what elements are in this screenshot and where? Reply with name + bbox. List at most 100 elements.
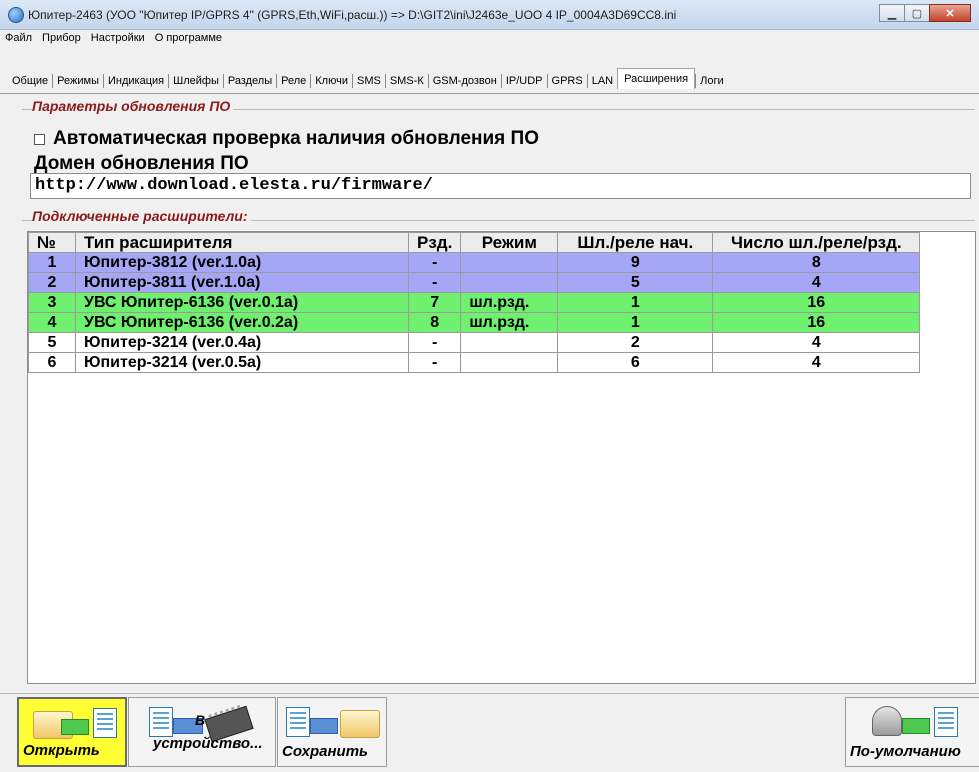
cell-start[interactable]: 5 xyxy=(557,272,714,293)
cell-start[interactable]: 9 xyxy=(557,252,714,273)
menu-bar: Файл Прибор Настройки О программе xyxy=(0,30,979,46)
cell-number[interactable]: 4 xyxy=(28,312,76,333)
auto-check-label: Автоматическая проверка наличия обновлен… xyxy=(53,128,539,149)
cell-count[interactable]: 16 xyxy=(712,292,921,313)
tab-9[interactable]: GSM-дозвон xyxy=(427,74,501,88)
extenders-grid[interactable]: № Тип расширителя Рзд. Режим Шл./реле на… xyxy=(27,231,976,684)
cell-mode[interactable]: шл.рзд. xyxy=(460,292,559,313)
cell-type[interactable]: Юпитер-3811 (ver.1.0a) xyxy=(75,272,409,293)
tab-7[interactable]: SMS xyxy=(351,74,385,88)
cell-mode[interactable] xyxy=(460,252,559,273)
tab-strip: Общие Режимы Индикация Шлейфы Разделы Реле Клю… xyxy=(8,67,728,90)
document-icon xyxy=(934,707,958,737)
menu-device[interactable]: Прибор xyxy=(37,30,86,46)
tab-6[interactable]: Ключи xyxy=(310,74,352,88)
maximize-icon[interactable]: ▢ xyxy=(904,4,930,22)
minimize-icon[interactable]: ▁ xyxy=(879,4,905,22)
cell-type[interactable]: УВС Юпитер-6136 (ver.0.2a) xyxy=(75,312,409,333)
cell-mode[interactable] xyxy=(460,332,559,353)
document-icon xyxy=(286,707,310,737)
tab-4[interactable]: Разделы xyxy=(222,74,276,88)
cell-number[interactable]: 3 xyxy=(28,292,76,313)
document-icon xyxy=(149,707,173,737)
extenders-table: № Тип расширителя Рзд. Режим Шл./реле на… xyxy=(28,232,921,373)
cell-number[interactable]: 5 xyxy=(28,332,76,353)
window-title: Юпитер-2463 (УОО "Юпитер IP/GPRS 4" (GPR… xyxy=(28,8,677,22)
cell-count[interactable]: 4 xyxy=(712,332,921,353)
cell-type[interactable]: Юпитер-3214 (ver.0.5a) xyxy=(75,352,409,373)
column-header-number[interactable]: № xyxy=(28,232,76,253)
tab-11[interactable]: GPRS xyxy=(546,74,587,88)
cell-count[interactable]: 4 xyxy=(712,272,921,293)
table-header-row: № Тип расширителя Рзд. Режим Шл./реле на… xyxy=(28,232,921,253)
cell-mode[interactable] xyxy=(460,352,559,373)
menu-about[interactable]: О программе xyxy=(150,30,227,46)
cell-number[interactable]: 6 xyxy=(28,352,76,373)
tab-10[interactable]: IP/UDP xyxy=(500,74,547,88)
column-header-type[interactable]: Тип расширителя xyxy=(75,232,409,253)
cell-type[interactable]: УВС Юпитер-6136 (ver.0.1a) xyxy=(75,292,409,313)
cell-count[interactable]: 8 xyxy=(712,252,921,273)
cell-mode[interactable]: шл.рзд. xyxy=(460,312,559,333)
column-header-start[interactable]: Шл./реле нач. xyxy=(557,232,714,253)
tab-12[interactable]: LAN xyxy=(586,74,617,88)
cell-start[interactable]: 1 xyxy=(557,312,714,333)
cell-count[interactable]: 16 xyxy=(712,312,921,333)
tab-bar: Общие Режимы Индикация Шлейфы Разделы Реле Клю… xyxy=(0,67,979,94)
app-icon xyxy=(8,7,24,23)
cell-partition[interactable]: - xyxy=(407,352,462,373)
cell-number[interactable]: 1 xyxy=(28,252,76,273)
cell-partition[interactable]: - xyxy=(407,252,462,273)
open-button[interactable]: Открыть xyxy=(17,697,127,767)
menu-file[interactable]: Файл xyxy=(0,30,37,46)
tab-0[interactable]: Общие xyxy=(8,74,52,88)
write-to-device-button[interactable]: В устройство... xyxy=(128,697,276,767)
tab-2[interactable]: Индикация xyxy=(103,74,168,88)
domain-label: Домен обновления ПО xyxy=(34,153,249,174)
auto-check-row[interactable]: Автоматическая проверка наличия обновлен… xyxy=(34,128,539,150)
tab-8[interactable]: SMS-К xyxy=(384,74,428,88)
defaults-button-label: По-умолчанию xyxy=(850,743,961,760)
cell-number[interactable]: 2 xyxy=(28,272,76,293)
defaults-button[interactable]: По-умолчанию xyxy=(845,697,979,767)
arrow-right-icon xyxy=(902,718,930,734)
close-icon[interactable]: ✕ xyxy=(929,4,971,22)
folder-icon xyxy=(340,710,380,738)
table-row[interactable]: 1 Юпитер-3812 (ver.1.0a) - 9 8 xyxy=(28,252,921,273)
to-device-prefix: В xyxy=(195,712,206,728)
cell-type[interactable]: Юпитер-3214 (ver.0.4a) xyxy=(75,332,409,353)
cell-partition[interactable]: 8 xyxy=(407,312,462,333)
cell-count[interactable]: 4 xyxy=(712,352,921,373)
robot-icon xyxy=(872,706,902,736)
cell-partition[interactable]: - xyxy=(407,332,462,353)
bottom-toolbar: Открыть В устройство... Сохранить По-умо… xyxy=(0,693,979,772)
cell-start[interactable]: 6 xyxy=(557,352,714,373)
table-row[interactable]: 6 Юпитер-3214 (ver.0.5a) -6 4 xyxy=(28,352,921,373)
cell-partition[interactable]: - xyxy=(407,272,462,293)
column-header-count[interactable]: Число шл./реле/рзд. xyxy=(712,232,921,253)
arrow-right-icon xyxy=(310,718,338,734)
column-header-partition[interactable]: Рзд. xyxy=(407,232,462,253)
column-header-mode[interactable]: Режим xyxy=(460,232,559,253)
tab-1[interactable]: Режимы xyxy=(52,74,103,88)
save-button[interactable]: Сохранить xyxy=(277,697,387,767)
tab-5[interactable]: Реле xyxy=(276,74,310,88)
table-row[interactable]: 4 УВС Юпитер-6136 (ver.0.2a) 8 шл.рзд. 1 16 xyxy=(28,312,921,333)
cell-mode[interactable] xyxy=(460,272,559,293)
cell-type[interactable]: Юпитер-3812 (ver.1.0a) xyxy=(75,252,409,273)
save-button-label: Сохранить xyxy=(282,743,368,760)
cell-partition[interactable]: 7 xyxy=(407,292,462,313)
tab-14[interactable]: Логи xyxy=(695,74,728,88)
tab-13[interactable]: Расширения xyxy=(617,67,696,89)
auto-check-checkbox[interactable] xyxy=(34,133,45,145)
table-row[interactable]: 2 Юпитер-3811 (ver.1.0a) - 5 4 xyxy=(28,272,921,293)
menu-settings[interactable]: Настройки xyxy=(86,30,150,46)
arrow-right-icon xyxy=(61,719,89,735)
table-row[interactable]: 3 УВС Юпитер-6136 (ver.0.1a) 7 шл.рзд. 1 16 xyxy=(28,292,921,313)
tab-3[interactable]: Шлейфы xyxy=(168,74,223,88)
table-row[interactable]: 5 Юпитер-3214 (ver.0.4a) - 2 4 xyxy=(28,332,921,353)
extenders-section-title: Подключенные расширители: xyxy=(32,208,251,224)
cell-start[interactable]: 1 xyxy=(557,292,714,313)
domain-input[interactable]: http://www.download.elesta.ru/firmware/ xyxy=(30,173,971,199)
cell-start[interactable]: 2 xyxy=(557,332,714,353)
